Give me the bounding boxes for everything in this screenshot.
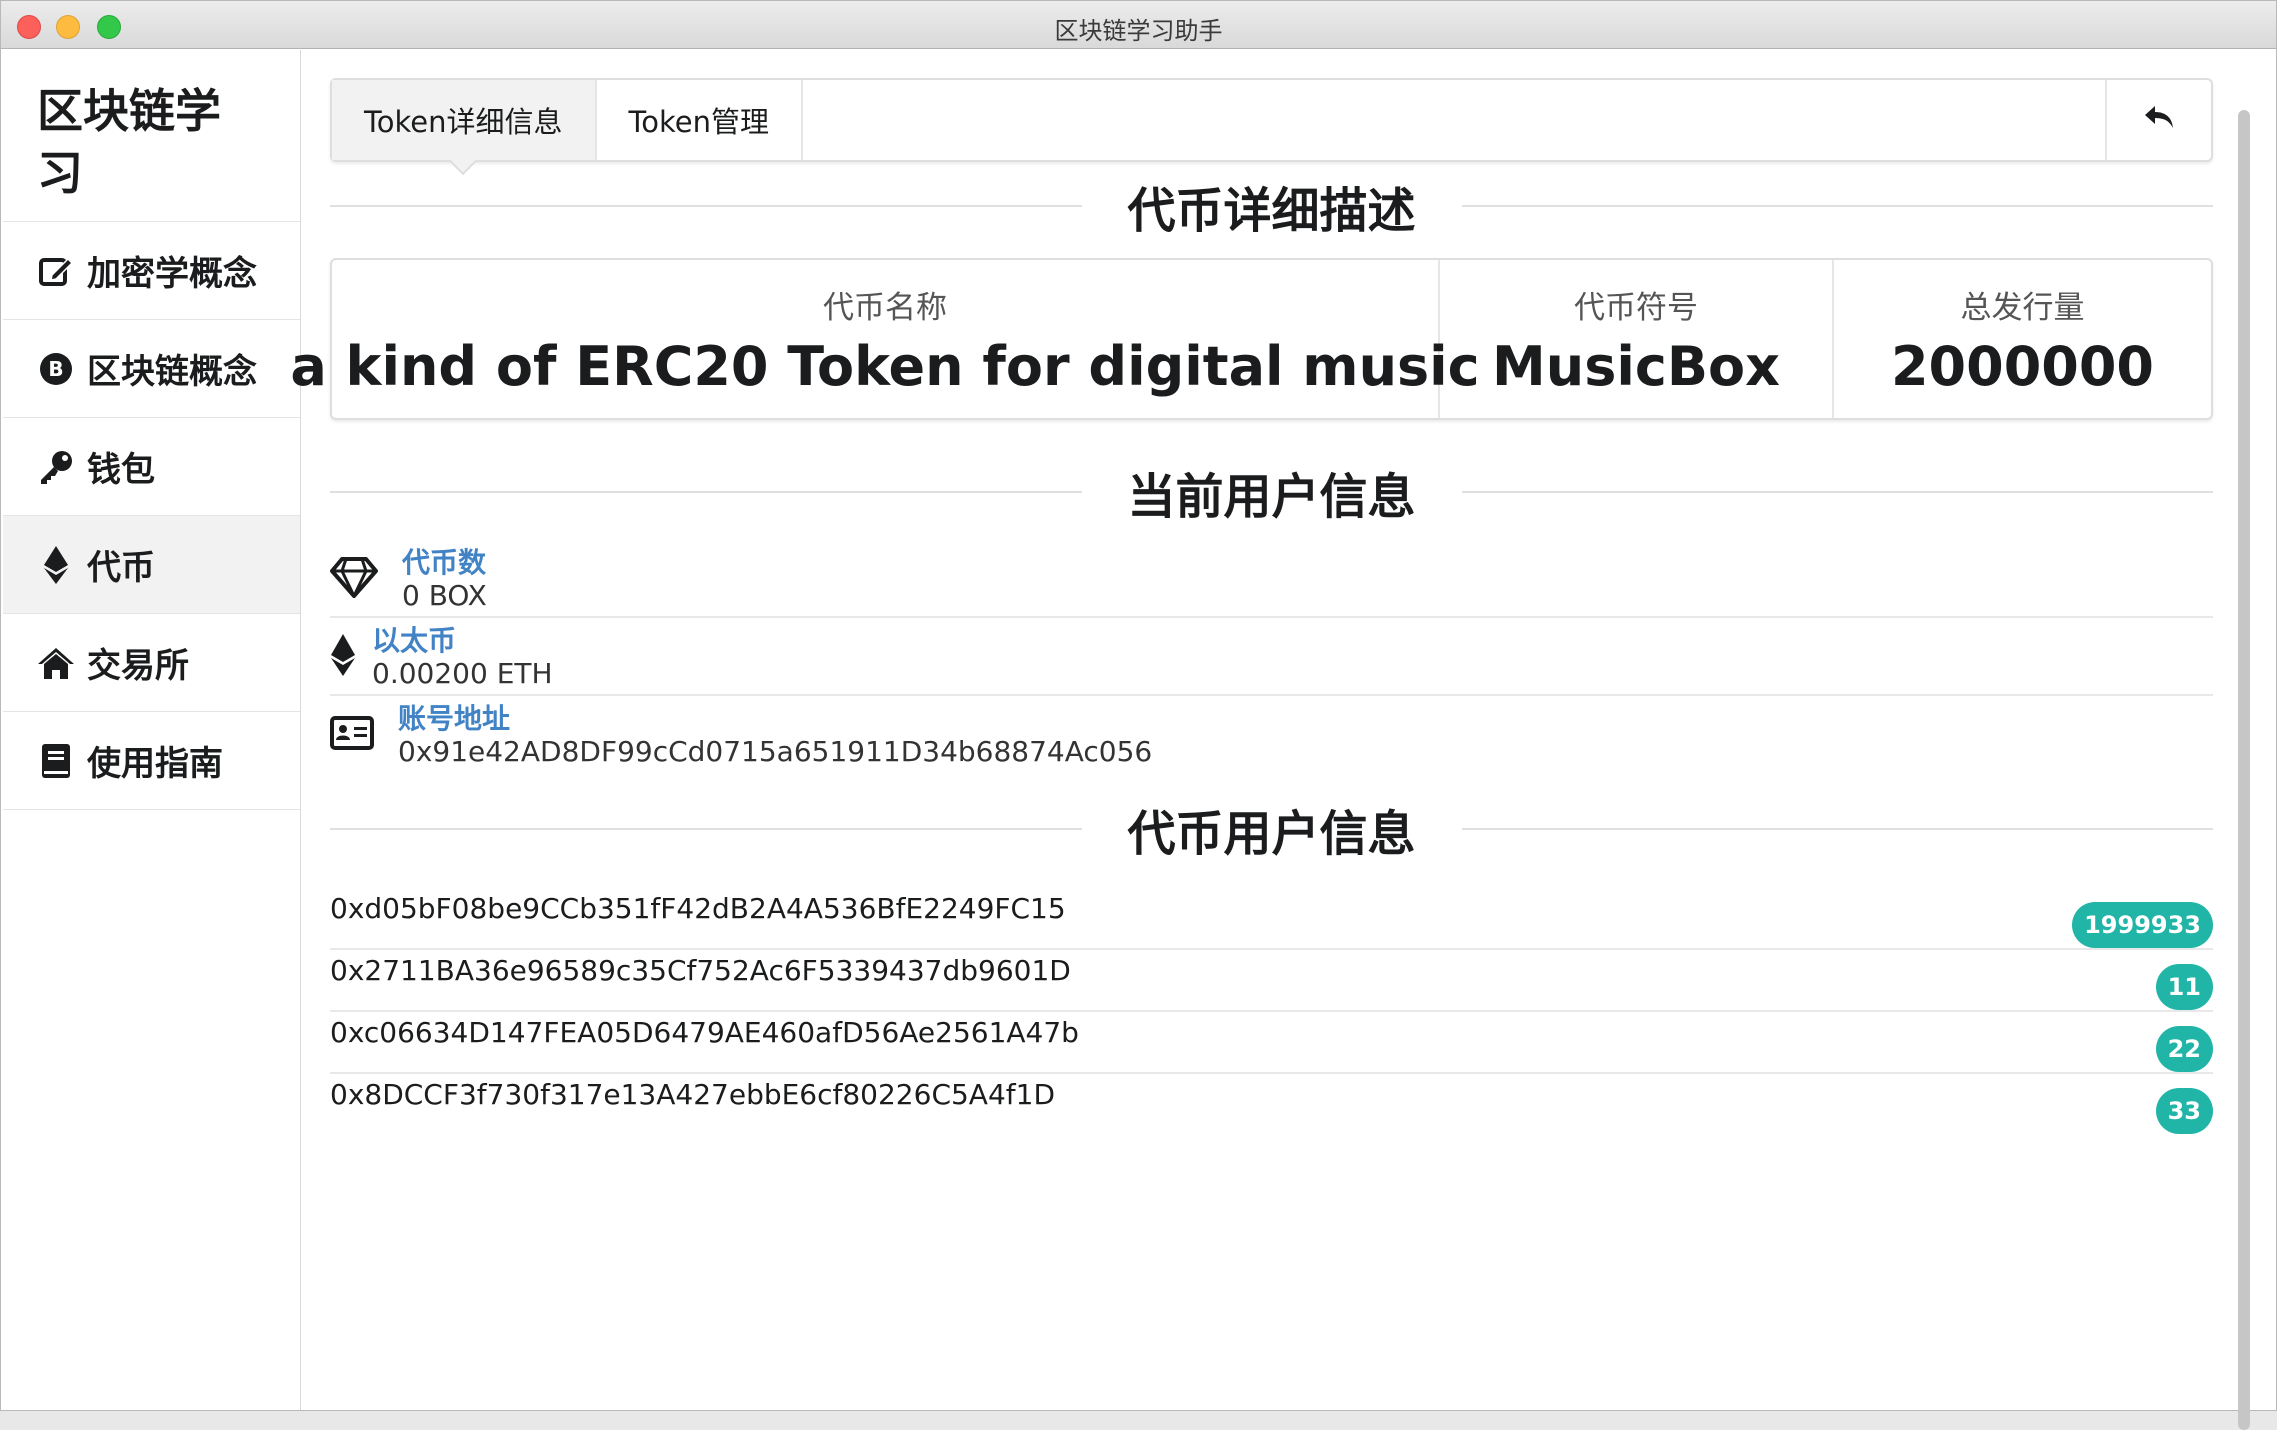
table-row: 0x2711BA36e96589c35Cf752Ac6F5339437db960… <box>330 950 2213 1012</box>
token-count-value: 0 BOX <box>402 579 487 612</box>
stat-token-symbol: 代币符号 MusicBox <box>1440 260 1834 418</box>
title-bar: 区块链学习助手 <box>1 1 2276 49</box>
diamond-icon <box>330 546 378 608</box>
stat-total-supply: 总发行量 2000000 <box>1834 260 2211 418</box>
sidebar-item-crypto-concepts[interactable]: 加密学概念 <box>3 222 300 320</box>
stat-value: MusicBox <box>1492 334 1780 398</box>
holder-address: 0xc06634D147FEA05D6479AE460afD56Ae2561A4… <box>330 1016 1079 1049</box>
list-item: 以太币 0.00200 ETH <box>330 618 2213 696</box>
tab-menu: Token详细信息 Token管理 <box>330 78 2213 162</box>
tab-token-management[interactable]: Token管理 <box>597 80 804 160</box>
svg-text:B: B <box>48 357 63 381</box>
ether-value: 0.00200 ETH <box>372 657 553 690</box>
sidebar-item-label: 钱包 <box>87 450 155 490</box>
stat-label: 总发行量 <box>1960 289 2085 326</box>
table-row: 0x8DCCF3f730f317e13A427ebbE6cf80226C5A4f… <box>330 1074 2213 1136</box>
sidebar-item-tokens[interactable]: 代币 <box>3 516 300 614</box>
section-title: 代币详细描述 <box>1127 183 1416 239</box>
section-divider-token-detail: 代币详细描述 <box>330 176 2214 239</box>
sidebar-item-exchange[interactable]: 交易所 <box>3 614 300 712</box>
section-title: 当前用户信息 <box>1127 469 1416 525</box>
stat-value: a kind of ERC20 Token for digital music <box>290 334 1480 398</box>
list-item: 账号地址 0x91e42AD8DF99cCd0715a651911D34b688… <box>330 696 2213 774</box>
holder-address: 0x8DCCF3f730f317e13A427ebbE6cf80226C5A4f… <box>330 1078 1056 1111</box>
stat-token-name: 代币名称 a kind of ERC20 Token for digital m… <box>290 260 1480 418</box>
balance-badge: 33 <box>2155 1088 2213 1134</box>
list-item: 代币数 0 BOX <box>330 540 2213 618</box>
stat-label: 代币符号 <box>1574 289 1698 326</box>
id-card-icon <box>330 702 378 764</box>
back-button[interactable] <box>2105 80 2211 160</box>
token-statistics: 代币名称 a kind of ERC20 Token for digital m… <box>290 258 2213 420</box>
current-user-list: 代币数 0 BOX 以太币 0.00200 ETH 账号地址 0x91e42AD… <box>330 540 2213 774</box>
ethereum-icon <box>330 624 358 686</box>
balance-badge: 1999933 <box>2072 902 2213 948</box>
sidebar-item-wallet[interactable]: 钱包 <box>3 418 300 516</box>
table-row: 0xc06634D147FEA05D6479AE460afD56Ae2561A4… <box>330 1012 2213 1074</box>
sidebar-item-blockchain-concepts[interactable]: B 区块链概念 <box>3 320 300 418</box>
table-row: 0xd05bF08be9CCb351fF42dB2A4A536BfE2249FC… <box>330 888 2213 950</box>
book-icon <box>35 740 77 782</box>
sidebar: 区块链学习 加密学概念 B 区块链概念 钱包 代币 交易所 使用指南 <box>3 50 301 1410</box>
address-value: 0x91e42AD8DF99cCd0715a651911D34b68874Ac0… <box>398 735 1153 768</box>
sidebar-item-label: 使用指南 <box>87 744 223 784</box>
sidebar-item-label: 代币 <box>87 548 155 588</box>
holder-address: 0x2711BA36e96589c35Cf752Ac6F5339437db960… <box>330 954 1071 987</box>
vertical-scrollbar[interactable] <box>2238 110 2250 1430</box>
sidebar-item-label: 加密学概念 <box>87 254 257 294</box>
holder-address: 0xd05bF08be9CCb351fF42dB2A4A536BfE2249FC… <box>330 892 1066 925</box>
ethereum-icon <box>35 544 77 586</box>
reply-icon <box>2143 104 2175 136</box>
sidebar-brand: 区块链学习 <box>3 50 300 222</box>
app-window: 区块链学习助手 区块链学习 加密学概念 B 区块链概念 钱包 代币 交易所 使用… <box>0 0 2277 1430</box>
ether-label: 以太币 <box>372 624 457 657</box>
section-divider-token-users: 代币用户信息 <box>330 799 2214 862</box>
section-divider-current-user: 当前用户信息 <box>330 462 2214 525</box>
main-content: Token详细信息 Token管理 代币详细描述 代币名称 a kind of … <box>290 50 2256 1430</box>
balance-badge: 22 <box>2155 1026 2213 1072</box>
home-icon <box>35 642 77 684</box>
token-count-label: 代币数 <box>402 546 487 579</box>
token-holders-list: 0xd05bF08be9CCb351fF42dB2A4A536BfE2249FC… <box>330 888 2213 1136</box>
stat-label: 代币名称 <box>823 289 947 326</box>
sidebar-item-label: 区块链概念 <box>87 352 257 392</box>
stat-value: 2000000 <box>1890 334 2154 398</box>
key-icon <box>35 446 77 488</box>
bitcoin-icon: B <box>35 348 77 390</box>
sidebar-item-guide[interactable]: 使用指南 <box>3 712 300 810</box>
section-title: 代币用户信息 <box>1127 806 1416 862</box>
sidebar-item-label: 交易所 <box>87 646 189 686</box>
window-title: 区块链学习助手 <box>1054 17 1223 45</box>
edit-icon <box>35 250 77 292</box>
tab-token-details[interactable]: Token详细信息 <box>332 80 597 160</box>
balance-badge: 11 <box>2155 964 2213 1010</box>
address-label: 账号地址 <box>398 702 511 735</box>
